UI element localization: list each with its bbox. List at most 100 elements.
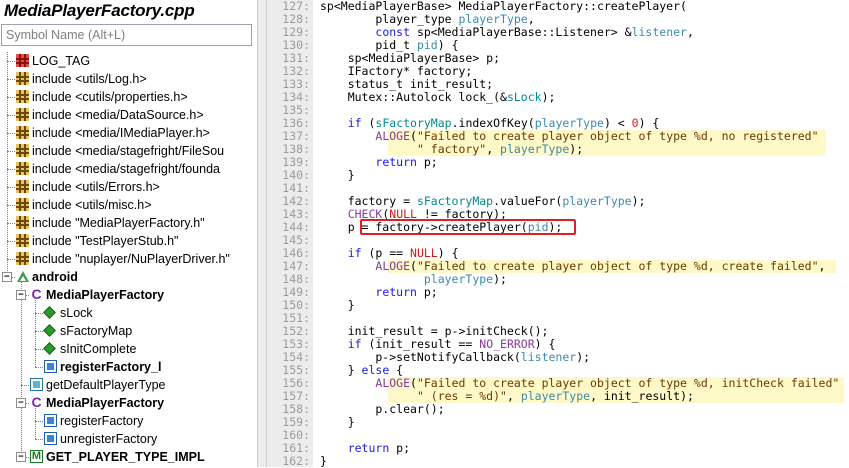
tree-connector xyxy=(7,259,15,260)
variable-icon xyxy=(44,307,55,318)
tree-item[interactable]: registerFactory_l xyxy=(0,358,257,376)
tree-item[interactable]: include <media/stagefright/founda xyxy=(0,160,257,178)
tree-item[interactable]: getDefaultPlayerType xyxy=(0,376,257,394)
code-line: Mutex::Autolock lock_(&sLock); xyxy=(320,90,556,104)
tree-connector xyxy=(7,205,15,206)
tree-connector xyxy=(35,331,43,332)
include-icon xyxy=(16,252,29,265)
tree-item[interactable]: − M GET_PLAYER_TYPE_IMPL xyxy=(0,448,257,466)
tree-item-label: MediaPlayerFactory xyxy=(46,288,165,302)
include-icon xyxy=(16,234,29,247)
include-icon xyxy=(16,108,29,121)
tree-item[interactable]: unregisterFactory xyxy=(0,430,257,448)
code-line: } xyxy=(320,415,355,429)
tree-item-label: sFactoryMap xyxy=(60,324,133,338)
tree-item-label: include <media/stagefright/FileSou xyxy=(32,144,225,158)
collapse-toggle-icon[interactable]: − xyxy=(16,398,26,408)
include-icon xyxy=(16,162,29,175)
collapse-toggle-icon[interactable]: − xyxy=(2,272,12,282)
tree-item-label: registerFactory xyxy=(60,414,144,428)
tree-connector xyxy=(7,187,15,188)
variable-icon xyxy=(44,325,55,336)
tree-item[interactable]: LOG_TAG xyxy=(0,52,257,70)
macro-icon: M xyxy=(30,450,43,463)
tree-item-label: include <utils/Errors.h> xyxy=(32,180,160,194)
tree-item-label: include <utils/Log.h> xyxy=(32,72,147,86)
tree-item[interactable]: include "TestPlayerStub.h" xyxy=(0,232,257,250)
tree-item-label: LOG_TAG xyxy=(32,54,91,68)
tree-item-label: include <cutils/properties.h> xyxy=(32,90,188,104)
tree-connector xyxy=(7,115,15,116)
tree-item-label: getDefaultPlayerType xyxy=(46,378,166,392)
namespace-icon xyxy=(16,270,29,283)
include-icon xyxy=(16,90,29,103)
tree-connector xyxy=(7,169,15,170)
tree-connector xyxy=(21,385,29,386)
tree-connector xyxy=(7,61,15,62)
tree-item[interactable]: include "MediaPlayerFactory.h" xyxy=(0,214,257,232)
include-icon xyxy=(16,216,29,229)
tree-item-label: include "nuplayer/NuPlayerDriver.h" xyxy=(32,252,230,266)
code-line: } xyxy=(320,298,355,312)
tree-item-label: include <media/DataSource.h> xyxy=(32,108,204,122)
class-icon: C xyxy=(31,286,42,302)
panel-splitter[interactable] xyxy=(257,0,267,467)
code-line: } xyxy=(320,454,327,468)
tree-item-label: sInitComplete xyxy=(60,342,137,356)
tree-item-label: include <media/IMediaPlayer.h> xyxy=(32,126,210,140)
tree-connector xyxy=(7,133,15,134)
code-line: return p; xyxy=(347,441,411,455)
function-icon xyxy=(44,414,57,427)
function-icon xyxy=(44,432,57,445)
tree-item-label: MediaPlayerFactory xyxy=(46,396,165,410)
tree-connector xyxy=(7,151,15,152)
class-icon: C xyxy=(31,394,42,410)
include-icon xyxy=(16,144,29,157)
tree-item[interactable]: include "nuplayer/NuPlayerDriver.h" xyxy=(0,250,257,268)
tree-item[interactable]: sFactoryMap xyxy=(0,322,257,340)
include-icon xyxy=(16,72,29,85)
tree-item[interactable]: sLock xyxy=(0,304,257,322)
tree-item[interactable]: include <media/DataSource.h> xyxy=(0,106,257,124)
tree-item-label: GET_PLAYER_TYPE_IMPL xyxy=(46,450,205,464)
tree-item[interactable]: sInitComplete xyxy=(0,340,257,358)
highlight-box xyxy=(360,219,576,235)
include-icon xyxy=(16,126,29,139)
include-icon xyxy=(16,198,29,211)
tree-item-label: include <media/stagefright/founda xyxy=(32,162,220,176)
function-icon xyxy=(44,360,57,373)
tree-item[interactable]: include <utils/misc.h> xyxy=(0,196,257,214)
tree-connector xyxy=(35,421,43,422)
tree-item-label: registerFactory_l xyxy=(60,360,162,374)
tree-item-label: include "TestPlayerStub.h" xyxy=(32,234,179,248)
file-title: MediaPlayerFactory.cpp xyxy=(4,1,195,20)
symbol-search-input[interactable] xyxy=(1,24,252,46)
tree-item[interactable]: − C MediaPlayerFactory xyxy=(0,286,257,304)
variable-icon xyxy=(44,343,55,354)
tree-item[interactable]: − android xyxy=(0,268,257,286)
tree-item[interactable]: include <media/IMediaPlayer.h> xyxy=(0,124,257,142)
tree-item-label: include <utils/misc.h> xyxy=(32,198,152,212)
tree-item[interactable]: registerFactory xyxy=(0,412,257,430)
code-line: } xyxy=(320,168,355,182)
tree-connector xyxy=(35,439,43,440)
tree-connector xyxy=(7,79,15,80)
tree-item-label: android xyxy=(32,270,78,284)
tree-item-label: sLock xyxy=(60,306,93,320)
tree-item[interactable]: include <cutils/properties.h> xyxy=(0,88,257,106)
function-icon xyxy=(30,378,43,391)
tree-connector xyxy=(35,367,43,368)
line-number: 162: xyxy=(282,454,310,468)
tree-connector xyxy=(35,349,43,350)
tree-item[interactable]: include <utils/Errors.h> xyxy=(0,178,257,196)
collapse-toggle-icon[interactable]: − xyxy=(16,452,26,462)
tree-connector xyxy=(7,241,15,242)
define-icon xyxy=(16,54,29,67)
tree-connector xyxy=(35,313,43,314)
tree-item[interactable]: include <utils/Log.h> xyxy=(0,70,257,88)
tree-connector xyxy=(7,223,15,224)
tree-item[interactable]: include <media/stagefright/FileSou xyxy=(0,142,257,160)
tree-connector xyxy=(7,97,15,98)
tree-item[interactable]: − C MediaPlayerFactory xyxy=(0,394,257,412)
collapse-toggle-icon[interactable]: − xyxy=(16,290,26,300)
